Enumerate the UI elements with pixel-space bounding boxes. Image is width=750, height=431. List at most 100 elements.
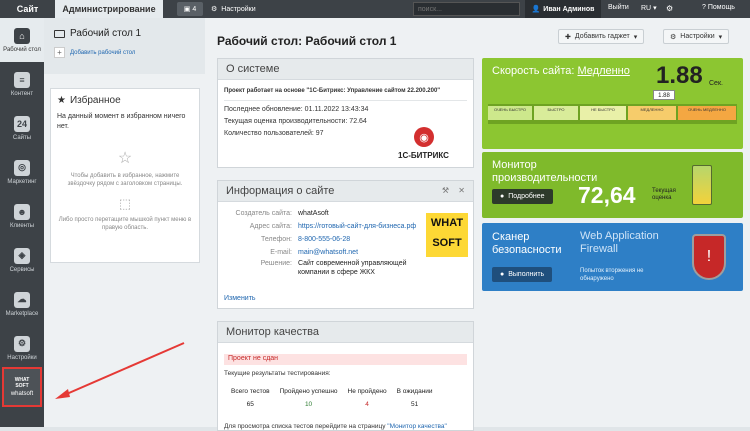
wrench-icon[interactable]: ⚒: [442, 186, 449, 195]
tab-site[interactable]: Сайт: [0, 0, 55, 18]
speed-title: Скорость сайта:: [492, 65, 575, 77]
gear-icon: ⚙: [14, 335, 30, 352]
battery-icon: [692, 165, 712, 205]
security-gadget: Сканер безопасности Web Application Fire…: [482, 223, 743, 291]
table-cell: 4: [365, 401, 369, 408]
info-key: Телефон:: [261, 236, 292, 243]
nav-item-services[interactable]: ◈ Сервисы: [0, 238, 44, 282]
speed-segment: БЫСТРО: [534, 106, 578, 120]
page-title: Рабочий стол: Рабочий стол 1: [217, 34, 397, 48]
details-button[interactable]: ● Подробнее: [492, 189, 553, 204]
shield-icon: !: [692, 234, 726, 280]
quality-results: Текущие результаты тестирования:: [224, 370, 331, 377]
edit-link[interactable]: Изменить: [224, 295, 256, 302]
site-url-link[interactable]: https://готовый-сайт-для-бизнеса.рф: [298, 220, 416, 233]
quality-title: Монитор качества: [218, 322, 473, 343]
add-gadget-button[interactable]: ✚ Добавить гаджет ▾: [558, 29, 645, 44]
run-scan-button[interactable]: ● Выполнить: [492, 267, 553, 282]
quality-status: Проект не сдан: [224, 354, 467, 365]
settings-label: Настройки: [221, 5, 256, 13]
nav-item-whatsoft[interactable]: WHAT SOFT whatsoft: [2, 367, 42, 407]
gear-icon[interactable]: ⚙: [666, 4, 673, 13]
monitor-gadget: Монитор производительности ● Подробнее 72…: [482, 152, 743, 218]
nav-item-marketing[interactable]: ◎ Маркетинг: [0, 150, 44, 194]
nav-label: Маркетинг: [7, 178, 37, 185]
gear-icon: ⚙: [670, 33, 677, 41]
scan-subtitle: Web Application Firewall: [580, 230, 659, 255]
close-icon[interactable]: ✕: [458, 186, 465, 195]
nav-item-desktop[interactable]: ⌂ Рабочий стол: [0, 18, 44, 62]
tab-admin[interactable]: Администрирование: [55, 0, 163, 18]
user-icon: 👤: [531, 6, 541, 13]
nav-item-sites[interactable]: 24 Сайты: [0, 106, 44, 150]
email-link[interactable]: main@whatsoft.net: [298, 246, 358, 259]
table-header: Не пройдено: [347, 388, 387, 395]
star-icon: ★: [57, 95, 66, 106]
monitor-caption: Текущая оценка: [652, 188, 676, 201]
favorites-hint-drag: Либо просто перетащите мышкой пункт меню…: [58, 217, 192, 231]
nav-item-marketplace[interactable]: ☁ Marketplace: [0, 282, 44, 326]
info-header: Информация о сайте ⚒ ✕: [218, 181, 473, 202]
user-menu[interactable]: 👤 Иван Админов: [525, 0, 601, 18]
whatsoft-logo-icon: WHAT SOFT: [14, 377, 30, 389]
notif-count: 4: [192, 5, 197, 13]
notifications-button[interactable]: ▣ 4: [177, 2, 203, 16]
nav-label: Рабочий стол: [3, 46, 41, 53]
info-value: whatAsoft: [298, 210, 329, 217]
bitrix-logo-icon: ◉: [414, 127, 434, 147]
search-input[interactable]: [413, 2, 520, 16]
nav-item-settings[interactable]: ⚙ Настройки: [0, 326, 44, 370]
speed-status[interactable]: Медленно: [577, 65, 629, 77]
settings-label: Настройки: [680, 33, 715, 40]
language-label: RU: [641, 5, 652, 12]
table-cell: 10: [304, 401, 313, 408]
user-name: Иван Админов: [543, 5, 595, 13]
settings-link[interactable]: ⚙ Настройки: [211, 5, 256, 14]
info-value: Сайт современной управляющей компании в …: [298, 260, 407, 276]
speed-segment: МЕДЛЕННО: [628, 106, 676, 120]
language-select[interactable]: RU ▾: [641, 4, 657, 12]
help-link[interactable]: ? Помощь: [702, 4, 735, 11]
speed-segment: ОЧЕНЬ БЫСТРО: [488, 106, 532, 120]
plus-icon: ✚: [565, 33, 571, 41]
add-desktop-button[interactable]: + Добавить рабочий стол: [54, 47, 195, 58]
nav-label: Настройки: [7, 354, 37, 361]
add-desktop-label: Добавить рабочий стол: [70, 49, 136, 56]
info-key: Адрес сайта:: [249, 223, 292, 230]
drag-icon: ⬚: [118, 196, 132, 211]
add-gadget-label: Добавить гаджет: [574, 33, 630, 40]
star-outline-icon: ☆: [117, 150, 133, 167]
phone-link[interactable]: 8-800-555-06-28: [298, 233, 350, 246]
home-icon: ⌂: [14, 27, 30, 44]
top-bar: Сайт Администрирование ▣ 4 ⚙ Настройки: [0, 0, 750, 18]
calendar-icon: 24: [14, 115, 30, 132]
play-icon: ●: [500, 193, 505, 200]
nav-label: Сервисы: [9, 266, 35, 273]
nav-item-clients[interactable]: ☻ Клиенты: [0, 194, 44, 238]
gear-icon: ⚙: [211, 6, 218, 13]
play-icon: ●: [500, 271, 505, 278]
whatsoft-logo: WHAT SOFT: [426, 213, 468, 257]
main-area: Рабочий стол: Рабочий стол 1 ✚ Добавить г…: [205, 18, 750, 431]
nav-item-content[interactable]: ≡ Контент: [0, 62, 44, 106]
table-cell: 65: [246, 401, 254, 408]
desktop-item[interactable]: Рабочий стол 1: [54, 28, 195, 39]
table-header: Пройдено успешно: [279, 388, 338, 395]
speed-gadget: Скорость сайта: Медленно 1.88 Сек. 1.88 …: [482, 58, 743, 149]
nav-label: Marketplace: [5, 310, 39, 317]
monitor-value: 72,64: [578, 182, 636, 208]
bitrix-logo-text: 1С-БИТРИКС: [398, 151, 449, 160]
quality-table: Всего тестов Пройдено успешно Не пройдено В…: [225, 386, 439, 414]
info-panel: Информация о сайте ⚒ ✕ Создатель сайта: wha…: [217, 180, 474, 309]
scan-title: Сканер безопасности: [492, 231, 562, 256]
info-key: E-mail:: [270, 249, 292, 256]
nav-label: whatsoft: [10, 391, 34, 397]
table-header: Всего тестов: [231, 388, 270, 395]
target-icon: ◎: [14, 159, 30, 176]
logout-link[interactable]: Выйти: [608, 4, 629, 11]
sidebar: Рабочий стол 1 + Добавить рабочий стол ★ И…: [44, 18, 205, 427]
settings-button[interactable]: ⚙ Настройки ▾: [663, 29, 730, 44]
left-nav: ⌂ Рабочий стол ≡ Контент 24 Сайты ◎ Маркетин…: [0, 18, 44, 427]
help-label: Помощь: [707, 4, 735, 11]
about-project: Проект работает на основе "1С-Битрикс: У…: [224, 88, 441, 94]
